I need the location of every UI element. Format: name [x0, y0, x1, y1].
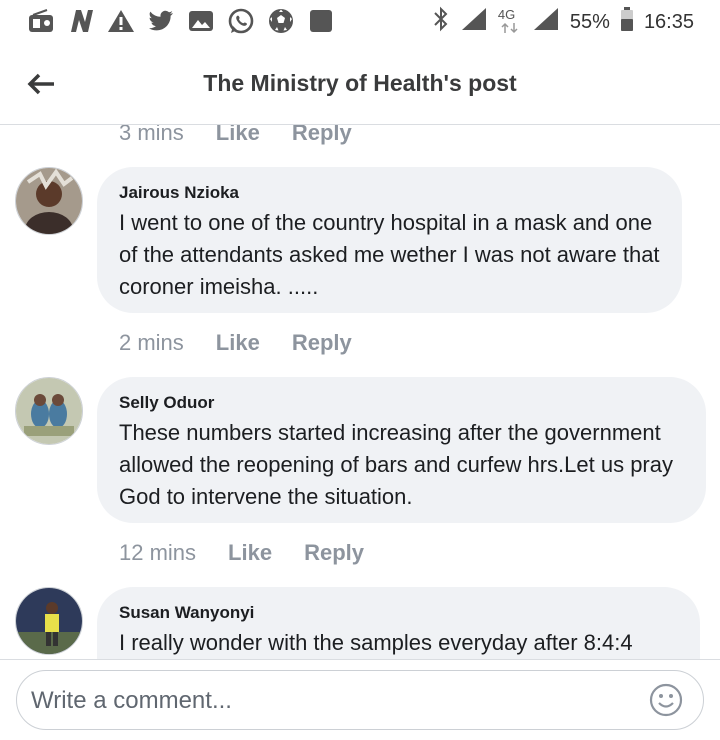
n-app-icon	[66, 6, 96, 36]
like-button[interactable]: Like	[228, 540, 272, 566]
comment-composer	[0, 659, 720, 740]
signal-icon-2	[532, 6, 560, 38]
comment-author[interactable]: Susan Wanyonyi	[119, 603, 678, 623]
comments-feed[interactable]: 3 mins Like Reply Jairous Nzioka I went …	[0, 125, 720, 659]
avatar[interactable]	[15, 587, 83, 655]
comment-meta: 12 mins Like Reply	[119, 540, 364, 566]
soccer-ball-icon	[266, 6, 296, 36]
battery-percent: 55%	[569, 10, 610, 33]
notification-icons	[26, 6, 336, 36]
comment-time: 2 mins	[119, 330, 184, 355]
comment-bubble[interactable]: Susan Wanyonyi I really wonder with the …	[97, 587, 700, 659]
comment-input-box[interactable]	[16, 670, 704, 731]
reply-button[interactable]: Reply	[292, 125, 352, 146]
page-title: The Ministry of Health's post	[203, 70, 517, 96]
status-bar: 4G 55% 16:35	[0, 0, 720, 44]
bluetooth-icon	[432, 6, 450, 38]
avatar[interactable]	[15, 167, 83, 235]
emoji-icon[interactable]	[649, 683, 683, 717]
comment-input[interactable]	[29, 671, 633, 731]
gallery-icon	[186, 6, 216, 36]
post-header: The Ministry of Health's post	[0, 44, 720, 125]
reply-button[interactable]: Reply	[304, 540, 364, 566]
clock: 16:35	[643, 10, 694, 33]
comment-bubble[interactable]: Selly Oduor These numbers started increa…	[97, 377, 706, 523]
comment-bubble[interactable]: Jairous Nzioka I went to one of the coun…	[97, 167, 682, 313]
comment-author[interactable]: Selly Oduor	[119, 393, 684, 413]
comment-meta: 3 mins Like Reply	[119, 125, 352, 146]
avatar[interactable]	[15, 377, 83, 445]
whatsapp-icon	[226, 6, 256, 36]
square-app-icon	[306, 6, 336, 36]
battery-icon	[620, 6, 634, 38]
like-button[interactable]: Like	[216, 125, 260, 146]
twitter-icon	[146, 6, 176, 36]
radio-icon	[26, 6, 56, 36]
comment-time: 12 mins	[119, 540, 197, 565]
comment-meta: 2 mins Like Reply	[119, 330, 352, 356]
reply-button[interactable]: Reply	[292, 330, 352, 356]
comment-text: I went to one of the country hospital in…	[119, 210, 660, 299]
signal-icon	[460, 6, 488, 38]
network-type: 4G	[498, 7, 522, 37]
comment-time: 3 mins	[119, 125, 184, 145]
comment-text: I really wonder with the samples everyda…	[119, 630, 633, 655]
comment-text: These numbers started increasing after t…	[119, 420, 673, 509]
system-status: 4G 55% 16:35	[432, 6, 694, 38]
warning-icon	[106, 6, 136, 36]
like-button[interactable]: Like	[216, 330, 260, 356]
comment-author[interactable]: Jairous Nzioka	[119, 183, 660, 203]
